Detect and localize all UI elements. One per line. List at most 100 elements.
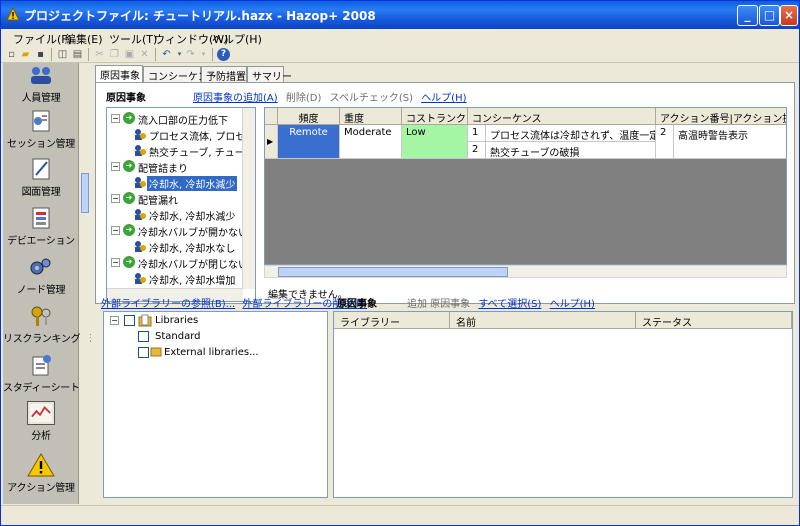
- libraries-checkbox[interactable]: [124, 315, 135, 326]
- status-bar: [1, 505, 799, 525]
- close-button[interactable]: ×: [780, 5, 798, 26]
- sidebar-item-node[interactable]: ノード管理: [3, 255, 79, 296]
- delete-link[interactable]: 削除(D): [286, 93, 322, 104]
- open-folder-icon[interactable]: ▰: [19, 48, 32, 61]
- library-tree[interactable]: − Libraries Standard External libraries.…: [103, 311, 328, 498]
- print-preview-icon[interactable]: ◫: [56, 48, 69, 61]
- add-cause-from-library-link[interactable]: 追加 原因事象: [407, 299, 470, 310]
- person-icon: [135, 209, 146, 220]
- sidebar-item-deviation[interactable]: デビエーション: [3, 206, 79, 247]
- external-libraries-label[interactable]: External libraries...: [164, 347, 259, 358]
- menu-edit[interactable]: 編集(E): [65, 31, 103, 47]
- collapse-icon[interactable]: −: [111, 194, 120, 203]
- column-header[interactable]: アクション番号|アクション提: [656, 108, 786, 125]
- add-cause-link[interactable]: 原因事象の追加(A): [193, 93, 278, 104]
- cost-rank-cell[interactable]: Low: [402, 125, 468, 159]
- sidebar-item-drawing[interactable]: 図面管理: [3, 157, 79, 198]
- people-icon: [31, 67, 51, 84]
- library-section: 外部ライブラリーの参照(B)... 外部ライブラリーの削除(R) − Libra…: [95, 291, 795, 501]
- person-icon: [135, 273, 146, 284]
- warning-icon: [6, 7, 20, 21]
- severity-cell[interactable]: Moderate: [340, 125, 402, 159]
- column-header[interactable]: 頻度: [278, 108, 340, 125]
- sidebar-item-analysis[interactable]: 分析: [3, 401, 79, 442]
- undo-icon[interactable]: ↶: [160, 48, 173, 61]
- save-icon[interactable]: ▪: [34, 48, 47, 61]
- sidebar-item-action[interactable]: アクション管理: [3, 453, 79, 494]
- row-selector[interactable]: ▶: [265, 125, 278, 159]
- collapse-icon[interactable]: −: [111, 226, 120, 235]
- grid-horizontal-scrollbar[interactable]: [264, 265, 787, 278]
- scrollbar-thumb[interactable]: [278, 267, 508, 277]
- collapse-icon[interactable]: −: [110, 316, 119, 325]
- row-header-corner: [265, 108, 278, 125]
- library-grid[interactable]: ライブラリー 名前 ステータス: [333, 311, 793, 498]
- collapse-icon[interactable]: −: [111, 162, 120, 171]
- paste-icon[interactable]: ▣: [123, 48, 136, 61]
- study-sheet-icon: [32, 355, 51, 376]
- window-title: プロジェクトファイル: チュートリアル.hazx - Hazop+ 2008: [24, 9, 376, 23]
- consequence-text-cell[interactable]: プロセス流体は冷却されず、温度一定を保つ: [486, 125, 656, 142]
- consequence-no-cell[interactable]: 1: [468, 125, 486, 142]
- sidebar-item-risk-ranking[interactable]: リスクランキング管理: [3, 304, 100, 345]
- tab-consequence[interactable]: コンシーケンス: [143, 66, 218, 83]
- redo-dropdown-icon[interactable]: ▾: [197, 48, 210, 61]
- select-all-link[interactable]: すべて選択(S): [478, 299, 541, 310]
- collapse-icon[interactable]: −: [111, 114, 120, 123]
- scrollbar-thumb[interactable]: [81, 173, 89, 213]
- tab-safeguard[interactable]: 予防措置: [201, 66, 247, 83]
- cause-grid[interactable]: 頻度 重度 コストランク コンシーケンス アクション番号|アクション提 ▶ Re…: [264, 107, 787, 265]
- menu-help[interactable]: ヘルプ(H): [212, 31, 262, 47]
- sidebar-scrollbar[interactable]: [80, 63, 90, 504]
- copy-icon[interactable]: ❐: [108, 48, 121, 61]
- folder-icon: [138, 314, 152, 327]
- arrow-icon: ➔: [123, 192, 135, 204]
- analysis-chart-icon: [27, 401, 55, 425]
- column-header[interactable]: 重度: [340, 108, 402, 125]
- column-header[interactable]: ライブラリー: [334, 312, 450, 329]
- arrow-icon: ➔: [123, 256, 135, 268]
- redo-icon[interactable]: ↷: [184, 48, 197, 61]
- sidebar-item-session[interactable]: セッション管理: [3, 109, 79, 150]
- panel-links: 原因事象の追加(A) 削除(D) スペルチェック(S) ヘルプ(H): [193, 89, 472, 104]
- spellcheck-link[interactable]: スペルチェック(S): [330, 93, 413, 104]
- collapse-icon[interactable]: −: [111, 258, 120, 267]
- new-file-icon[interactable]: ▫: [5, 48, 18, 61]
- person-icon: [135, 129, 146, 140]
- tree-vertical-scrollbar[interactable]: [242, 108, 255, 289]
- cut-icon[interactable]: ✂: [93, 48, 106, 61]
- arrow-icon: ➔: [123, 224, 135, 236]
- browse-external-library-link[interactable]: 外部ライブラリーの参照(B)...: [101, 299, 235, 310]
- cause-tree[interactable]: − ➔ 流入口部の圧力低下 プロセス流体, プロセス流 熱交チューブ, チューブ圧 …: [106, 107, 256, 302]
- action-no-cell[interactable]: 2: [656, 125, 674, 159]
- column-header[interactable]: ステータス: [636, 312, 792, 329]
- menu-file[interactable]: ファイル(F): [13, 31, 72, 47]
- person-icon: [135, 145, 146, 156]
- column-header[interactable]: コンシーケンス: [468, 108, 656, 125]
- open-folder-icon: [150, 347, 162, 357]
- column-header[interactable]: 名前: [450, 312, 636, 329]
- library-links: 外部ライブラリーの参照(B)... 外部ライブラリーの削除(R): [101, 295, 367, 310]
- tab-summary[interactable]: サマリー: [247, 66, 292, 83]
- help-icon[interactable]: ?: [217, 48, 230, 61]
- print-icon[interactable]: ▤: [71, 48, 84, 61]
- title-bar[interactable]: プロジェクトファイル: チュートリアル.hazx - Hazop+ 2008 _…: [1, 1, 799, 29]
- consequence-no-cell[interactable]: 2: [468, 142, 486, 159]
- consequence-text-cell[interactable]: 熱交チューブの破損: [486, 142, 656, 159]
- library-help-link[interactable]: ヘルプ(H): [550, 299, 595, 310]
- warning-icon: [27, 453, 55, 477]
- menu-bar: ファイル(F) 編集(E) ツール(T) ウィンドウ(W) ヘルプ(H): [1, 29, 799, 46]
- frequency-cell[interactable]: Remote: [278, 125, 340, 159]
- help-link[interactable]: ヘルプ(H): [421, 93, 466, 104]
- external-libraries-checkbox[interactable]: [138, 347, 149, 358]
- column-header[interactable]: コストランク: [402, 108, 468, 125]
- tab-cause[interactable]: 原因事象: [95, 65, 143, 83]
- menu-tools[interactable]: ツール(T): [109, 31, 157, 47]
- delete-icon[interactable]: ✕: [138, 48, 151, 61]
- sidebar-item-people[interactable]: 人員管理: [3, 63, 79, 104]
- action-text-cell[interactable]: 高温時警告表示: [674, 125, 786, 159]
- minimize-button[interactable]: _: [737, 5, 758, 26]
- standard-checkbox[interactable]: [138, 331, 149, 342]
- sidebar-item-study-sheet[interactable]: スタディーシート: [3, 353, 80, 394]
- maximize-button[interactable]: □: [759, 5, 780, 26]
